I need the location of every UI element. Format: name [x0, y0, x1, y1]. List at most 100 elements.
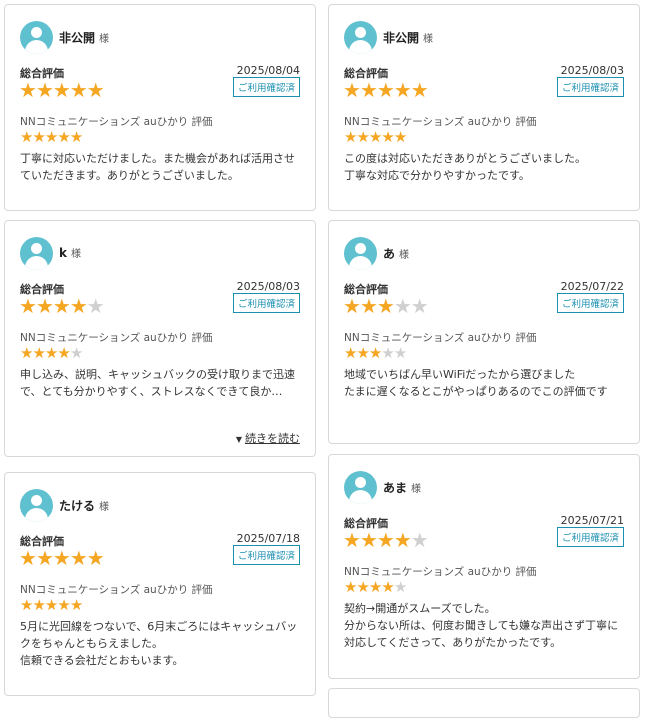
star-filled-icon: ★	[69, 78, 88, 102]
star-filled-icon: ★	[359, 78, 378, 102]
star-filled-icon: ★	[52, 294, 71, 318]
reviewer-name: 非公開様	[383, 31, 434, 45]
star-filled-icon: ★	[393, 128, 407, 146]
star-filled-icon: ★	[20, 128, 33, 146]
honorific: 様	[399, 250, 410, 261]
triangle-down-icon: ▼	[235, 435, 242, 444]
star-filled-icon: ★	[69, 294, 88, 318]
overall-star-rating: ★★★★★	[19, 546, 105, 570]
star-filled-icon: ★	[356, 344, 369, 362]
review-comment: 丁寧に対応いただけました。また機会があれば活用させていただきます。ありがとうござ…	[20, 152, 295, 182]
overall-star-rating: ★★★★★	[343, 78, 429, 102]
reviewer-name: あま様	[383, 481, 422, 495]
star-filled-icon: ★	[393, 78, 412, 102]
star-filled-icon: ★	[35, 294, 54, 318]
star-filled-icon: ★	[19, 294, 37, 318]
overall-star-rating: ★★★★★	[19, 294, 105, 318]
star-filled-icon: ★	[381, 128, 394, 146]
star-empty-icon: ★	[410, 294, 429, 318]
review-date: 2025/07/18	[236, 532, 300, 545]
review-card: 非公開様 総合評価 2025/08/04 ★★★★★ ご利用確認済 NNコミュニ…	[4, 4, 316, 211]
review-date: 2025/07/22	[560, 280, 624, 293]
service-rating-label: NNコミュニケーションズ auひかり 評価	[20, 116, 213, 128]
star-filled-icon: ★	[57, 344, 70, 362]
star-filled-icon: ★	[343, 294, 361, 318]
usage-confirmed-badge: ご利用確認済	[556, 77, 624, 97]
star-filled-icon: ★	[359, 528, 378, 552]
star-empty-icon: ★	[381, 344, 394, 362]
reviewer-name: 非公開様	[59, 31, 110, 45]
avatar-icon	[344, 21, 377, 54]
avatar-icon	[344, 471, 377, 504]
service-rating-label: NNコミュニケーションズ auひかり 評価	[344, 116, 537, 128]
star-empty-icon: ★	[393, 578, 407, 596]
review-date: 2025/08/03	[236, 280, 300, 293]
star-filled-icon: ★	[32, 128, 45, 146]
usage-confirmed-badge: ご利用確認済	[232, 293, 300, 313]
star-filled-icon: ★	[368, 344, 382, 362]
service-star-rating: ★★★★★	[344, 128, 407, 146]
avatar-icon	[20, 489, 53, 522]
honorific: 様	[411, 484, 422, 495]
review-date: 2025/07/21	[560, 514, 624, 527]
honorific: 様	[99, 502, 110, 513]
star-filled-icon: ★	[343, 78, 361, 102]
star-filled-icon: ★	[20, 596, 33, 614]
usage-confirmed-badge: ご利用確認済	[232, 77, 300, 97]
star-filled-icon: ★	[32, 596, 45, 614]
star-filled-icon: ★	[86, 78, 105, 102]
star-filled-icon: ★	[35, 78, 54, 102]
service-star-rating: ★★★★★	[20, 344, 83, 362]
honorific: 様	[423, 34, 434, 45]
star-filled-icon: ★	[44, 344, 58, 362]
review-card: あま様 総合評価 2025/07/21 ★★★★★ ご利用確認済 NNコミュニケ…	[328, 454, 640, 679]
star-filled-icon: ★	[344, 128, 357, 146]
star-filled-icon: ★	[344, 578, 357, 596]
star-filled-icon: ★	[376, 294, 395, 318]
service-rating-label: NNコミュニケーションズ auひかり 評価	[344, 566, 537, 578]
service-rating-label: NNコミュニケーションズ auひかり 評価	[20, 584, 213, 596]
star-filled-icon: ★	[376, 78, 395, 102]
star-filled-icon: ★	[359, 294, 378, 318]
review-comment: この度は対応いただきありがとうございました。 丁寧な対応で分かりやすかったです。	[344, 152, 586, 182]
service-rating-label: NNコミュニケーションズ auひかり 評価	[344, 332, 537, 344]
honorific: 様	[70, 249, 81, 260]
star-empty-icon: ★	[69, 344, 83, 362]
honorific: 様	[99, 34, 110, 45]
star-filled-icon: ★	[376, 528, 395, 552]
star-filled-icon: ★	[57, 128, 70, 146]
review-card: あ様 総合評価 2025/07/22 ★★★★★ ご利用確認済 NNコミュニケー…	[328, 220, 640, 444]
read-more-link[interactable]: ▼ 続きを読む	[236, 430, 300, 446]
overall-star-rating: ★★★★★	[19, 78, 105, 102]
usage-confirmed-badge: ご利用確認済	[556, 527, 624, 547]
star-filled-icon: ★	[44, 128, 58, 146]
usage-confirmed-badge: ご利用確認済	[232, 545, 300, 565]
star-filled-icon: ★	[69, 546, 88, 570]
review-comment: 5月に光回線をつないで、6月末ごろにはキャッシュバックをちゃんともらえました。 …	[20, 620, 298, 667]
review-date: 2025/08/04	[236, 64, 300, 77]
star-filled-icon: ★	[69, 128, 83, 146]
star-filled-icon: ★	[343, 528, 361, 552]
review-card: 非公開様 総合評価 2025/08/03 ★★★★★ ご利用確認済 NNコミュニ…	[328, 4, 640, 211]
service-rating-label: NNコミュニケーションズ auひかり 評価	[20, 332, 213, 344]
review-card: たける様 総合評価 2025/07/18 ★★★★★ ご利用確認済 NNコミュニ…	[4, 472, 316, 696]
reviewer-name: たける様	[59, 499, 110, 513]
star-filled-icon: ★	[86, 546, 105, 570]
review-card: k様 総合評価 2025/08/03 ★★★★★ ご利用確認済 NNコミュニケー…	[4, 220, 316, 457]
review-comment: 申し込み、説明、キャッシュバックの受け取りまで迅速で、とても分かりやすく、ストレ…	[20, 368, 295, 398]
star-empty-icon: ★	[393, 294, 412, 318]
review-comment: 契約→開通がスムーズでした。 分からない所は、何度お聞きしても嫌な声出さず丁寧に…	[344, 602, 619, 649]
star-filled-icon: ★	[368, 578, 382, 596]
star-filled-icon: ★	[356, 128, 369, 146]
star-filled-icon: ★	[356, 578, 369, 596]
star-filled-icon: ★	[410, 78, 429, 102]
star-filled-icon: ★	[32, 344, 45, 362]
star-filled-icon: ★	[19, 546, 37, 570]
star-filled-icon: ★	[52, 78, 71, 102]
overall-star-rating: ★★★★★	[343, 294, 429, 318]
star-filled-icon: ★	[52, 546, 71, 570]
service-star-rating: ★★★★★	[344, 344, 407, 362]
reviewer-name: k様	[59, 246, 81, 260]
star-filled-icon: ★	[35, 546, 54, 570]
star-empty-icon: ★	[393, 344, 407, 362]
